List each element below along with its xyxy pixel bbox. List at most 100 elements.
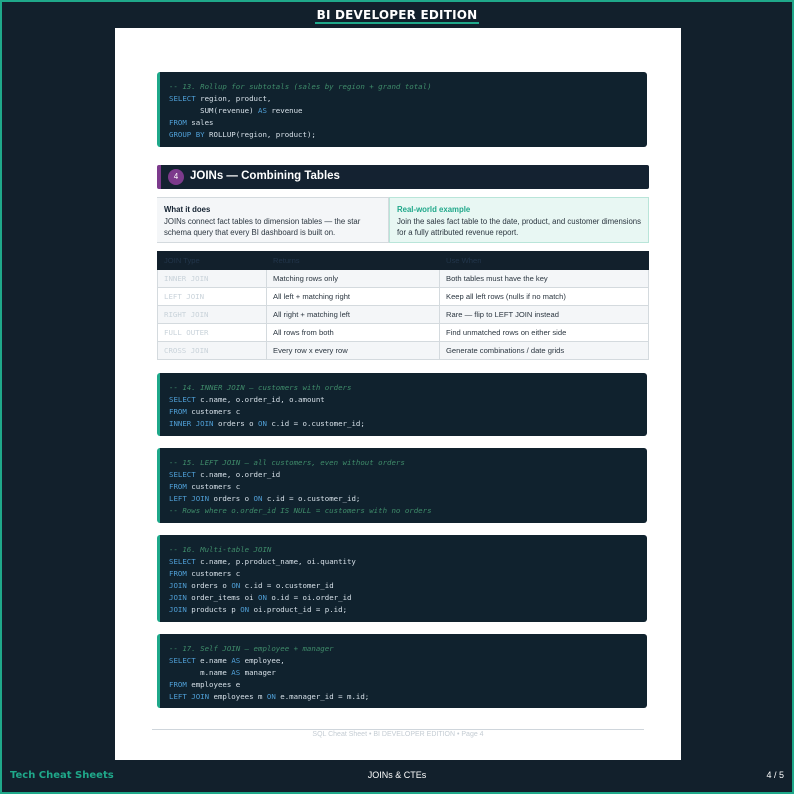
- code-comment: -- 17. Self JOIN — employee + manager: [169, 644, 334, 653]
- returns-cell: Every row x every row: [266, 341, 440, 360]
- column-header: Use When: [439, 251, 649, 270]
- sql-keyword: SELECT: [169, 470, 196, 479]
- sql-keyword: AS: [258, 106, 267, 115]
- table-header-row: JOIN Type Returns Use When: [157, 251, 649, 270]
- code-text: c.name, o.order_id: [195, 470, 281, 479]
- returns-cell: All rows from both: [266, 323, 440, 342]
- table-row: FULL OUTER All rows from both Find unmat…: [157, 323, 649, 342]
- code-comment: -- 16. Multi-table JOIN: [169, 545, 272, 554]
- sql-keyword: LEFT JOIN: [169, 494, 210, 503]
- code-comment: -- 14. INNER JOIN — customers with order…: [169, 383, 352, 392]
- document-page: -- 13. Rollup for subtotals (sales by re…: [115, 28, 681, 760]
- code-text: products p: [186, 605, 241, 614]
- code-text: region, product,: [195, 94, 272, 103]
- code-comment: -- 13. Rollup for subtotals (sales by re…: [169, 82, 432, 91]
- sql-keyword: FROM: [169, 569, 187, 578]
- code-text: c.name, p.product_name, oi.quantity: [195, 557, 356, 566]
- code-text: e.name: [195, 656, 232, 665]
- use-when-cell: Keep all left rows (nulls if no match): [439, 287, 649, 306]
- join-type-cell: RIGHT JOIN: [157, 305, 267, 324]
- table-row: CROSS JOIN Every row x every row Generat…: [157, 341, 649, 360]
- sql-keyword: JOIN: [169, 593, 187, 602]
- sql-keyword: INNER JOIN: [169, 419, 214, 428]
- code-text: c.name, o.order_id, o.amount: [195, 395, 325, 404]
- code-text: e.manager_id = m.id;: [275, 692, 370, 701]
- returns-cell: All left + matching right: [266, 287, 440, 306]
- join-type-cell: CROSS JOIN: [157, 341, 267, 360]
- use-when-cell: Find unmatched rows on either side: [439, 323, 649, 342]
- use-when-cell: Generate combinations / date grids: [439, 341, 649, 360]
- edition-title: BI DEVELOPER EDITION: [314, 8, 480, 24]
- code-text: customers c: [186, 407, 241, 416]
- sql-keyword: JOIN: [169, 581, 187, 590]
- join-type-cell: FULL OUTER: [157, 323, 267, 342]
- sql-keyword: ON: [258, 593, 267, 602]
- code-text: customers c: [186, 482, 241, 491]
- sql-keyword: ON: [240, 605, 250, 614]
- code-comment: -- 15. LEFT JOIN — all customers, even w…: [169, 458, 405, 467]
- code-text: orders o: [186, 581, 232, 590]
- code-text: revenue: [266, 106, 303, 115]
- code-text: sales: [186, 118, 214, 127]
- code-text: order_items oi: [186, 593, 259, 602]
- section-name-label: JOINs & CTEs: [367, 770, 427, 780]
- code-text: customers c: [186, 569, 241, 578]
- column-header: JOIN Type: [157, 251, 267, 270]
- join-types-table: JOIN Type Returns Use When INNER JOIN Ma…: [157, 251, 649, 360]
- sql-keyword: GROUP BY: [169, 130, 205, 139]
- column-header: Returns: [266, 251, 440, 270]
- top-bar: BI DEVELOPER EDITION: [2, 2, 792, 27]
- sql-keyword: SELECT: [169, 557, 196, 566]
- code-text: c.id = o.customer_id;: [262, 494, 361, 503]
- code-text: employees e: [186, 680, 241, 689]
- sql-keyword: ON: [258, 419, 267, 428]
- sql-keyword: FROM: [169, 482, 187, 491]
- page-footer: SQL Cheat Sheet • BI DEVELOPER EDITION •…: [312, 731, 484, 738]
- code-text: orders o: [213, 419, 258, 428]
- code-block-15: -- 15. LEFT JOIN — all customers, even w…: [157, 448, 647, 523]
- code-text: ROLLUP(region, product);: [204, 130, 316, 139]
- viewer-frame: BI DEVELOPER EDITION -- 13. Rollup for s…: [0, 0, 794, 794]
- code-text: SUM(revenue): [169, 106, 258, 115]
- sql-keyword: FROM: [169, 680, 187, 689]
- code-text: manager: [240, 668, 276, 677]
- use-when-cell: Rare — flip to LEFT JOIN instead: [439, 305, 649, 324]
- table-row: RIGHT JOIN All right + matching left Rar…: [157, 305, 649, 324]
- code-block-13: -- 13. Rollup for subtotals (sales by re…: [157, 72, 647, 147]
- code-text: o.id = oi.order_id: [266, 593, 352, 602]
- sql-keyword: FROM: [169, 407, 187, 416]
- footer-divider: [152, 729, 644, 730]
- code-text: oi.product_id = p.id;: [249, 605, 348, 614]
- code-text: c.id = o.customer_id: [240, 581, 334, 590]
- join-type-cell: LEFT JOIN: [157, 287, 267, 306]
- code-comment: -- Rows where o.order_id IS NULL = custo…: [169, 506, 432, 515]
- real-world-heading: Real-world example: [397, 205, 471, 214]
- sql-keyword: SELECT: [169, 94, 196, 103]
- sql-keyword: ON: [266, 692, 276, 701]
- returns-cell: All right + matching left: [266, 305, 440, 324]
- sql-keyword: SELECT: [169, 656, 196, 665]
- use-when-cell: Both tables must have the key: [439, 269, 649, 288]
- code-block-17: -- 17. Self JOIN — employee + manager SE…: [157, 634, 647, 708]
- table-row: LEFT JOIN All left + matching right Keep…: [157, 287, 649, 306]
- real-world-body: Join the sales fact table to the date, p…: [397, 217, 642, 237]
- page-indicator: 4 / 5: [766, 770, 784, 780]
- code-text: employees m: [209, 692, 267, 701]
- section-title: JOINs — Combining Tables: [190, 170, 340, 182]
- what-it-does-heading: What it does: [164, 205, 211, 214]
- sql-keyword: ON: [231, 581, 241, 590]
- sql-keyword: JOIN: [169, 605, 187, 614]
- sql-keyword: AS: [231, 656, 241, 665]
- returns-cell: Matching rows only: [266, 269, 440, 288]
- section-header: 4 JOINs — Combining Tables: [157, 165, 649, 189]
- sql-keyword: AS: [231, 668, 241, 677]
- section-number-badge: 4: [168, 169, 184, 185]
- sql-keyword: LEFT JOIN: [169, 692, 210, 701]
- what-it-does-box: What it does JOINs connect fact tables t…: [157, 197, 389, 243]
- real-world-example-box: Real-world example Join the sales fact t…: [389, 197, 649, 243]
- code-text: employee,: [240, 656, 285, 665]
- what-it-does-body: JOINs connect fact tables to dimension t…: [164, 217, 361, 237]
- code-text: orders o: [209, 494, 254, 503]
- table-row: INNER JOIN Matching rows only Both table…: [157, 269, 649, 288]
- bottom-bar: Tech Cheat Sheets JOINs & CTEs 4 / 5: [2, 762, 792, 790]
